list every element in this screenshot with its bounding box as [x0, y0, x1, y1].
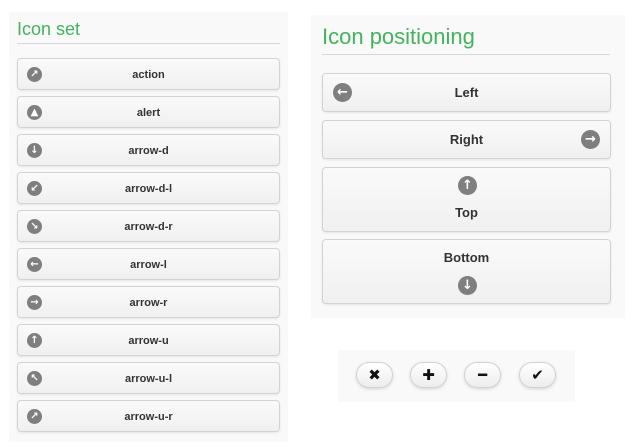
check-button[interactable]: ✔	[519, 362, 556, 388]
delete-icon: ✖	[368, 366, 381, 384]
top-label: Top	[455, 205, 478, 220]
arrow-d-button[interactable]: ↓ arrow-d	[17, 134, 280, 166]
delete-button[interactable]: ✖	[356, 362, 393, 388]
right-button[interactable]: → Right	[322, 120, 611, 159]
icon-set-title: Icon set	[17, 18, 280, 44]
minus-icon: ━	[477, 366, 488, 384]
arrow-u-r-label: arrow-u-r	[124, 411, 173, 423]
alert-button[interactable]: ▲ alert	[17, 96, 280, 128]
arrow-d-icon: ↓	[458, 276, 477, 295]
arrow-d-l-button[interactable]: ↙ arrow-d-l	[17, 172, 280, 204]
arrow-u-l-button[interactable]: ↖ arrow-u-l	[17, 362, 280, 394]
right-label: Right	[449, 132, 484, 147]
arrow-u-label: arrow-u	[128, 335, 169, 347]
bottom-label: Bottom	[443, 250, 490, 265]
arrow-d-r-button[interactable]: ↘ arrow-d-r	[17, 210, 280, 242]
alert-label: alert	[136, 107, 161, 119]
left-button[interactable]: ← Left	[322, 73, 611, 112]
arrow-l-label: arrow-l	[130, 259, 167, 271]
top-button[interactable]: ↑ Top	[322, 167, 611, 232]
arrow-d-r-label: arrow-d-r	[124, 221, 173, 233]
remove-button[interactable]: ━	[464, 362, 501, 388]
arrow-d-l-label: arrow-d-l	[124, 183, 173, 195]
arrow-r-button[interactable]: → arrow-r	[17, 286, 280, 318]
add-button[interactable]: ✚	[410, 362, 447, 388]
arrow-r-label: arrow-r	[129, 297, 168, 309]
arrow-d-label: arrow-d	[128, 145, 169, 157]
plus-icon: ✚	[422, 366, 435, 384]
action-label: action	[132, 69, 165, 81]
left-label: Left	[454, 85, 479, 100]
arrow-l-button[interactable]: ← arrow-l	[17, 248, 280, 280]
bottom-button[interactable]: Bottom ↓	[322, 239, 611, 304]
arrow-u-button[interactable]: ↑ arrow-u	[17, 324, 280, 356]
arrow-u-r-button[interactable]: ↗ arrow-u-r	[17, 400, 280, 432]
arrow-u-l-label: arrow-u-l	[124, 373, 173, 385]
icon-positioning-title: Icon positioning	[322, 24, 610, 55]
arrow-u-icon: ↑	[458, 176, 477, 195]
check-icon: ✔	[531, 366, 544, 384]
action-button[interactable]: ↗ action	[17, 58, 280, 90]
